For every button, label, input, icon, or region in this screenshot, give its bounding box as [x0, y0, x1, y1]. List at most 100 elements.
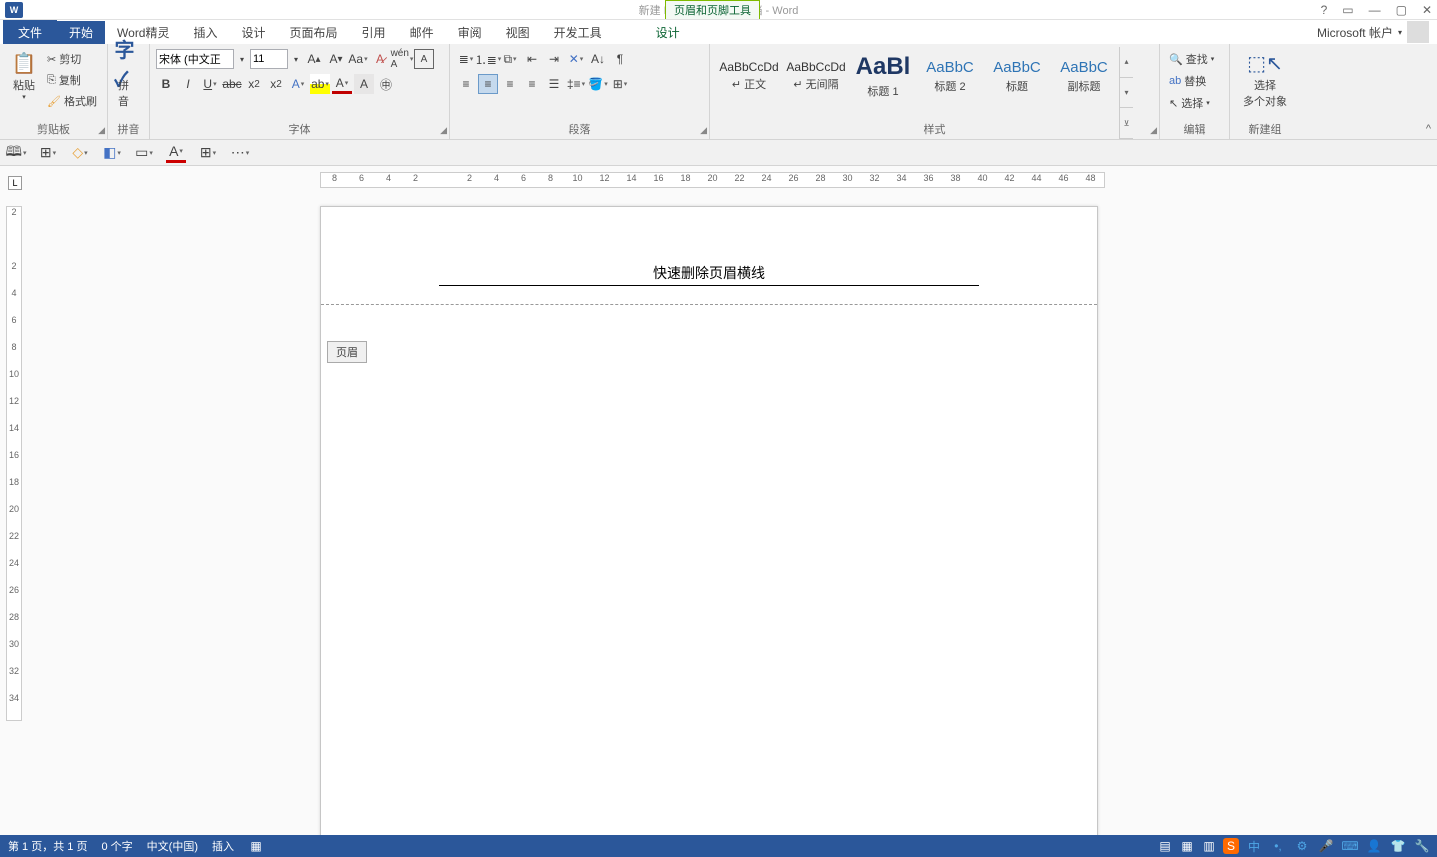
- tab-review[interactable]: 审阅: [446, 21, 494, 44]
- tray-punct-icon[interactable]: •,: [1269, 837, 1287, 855]
- bold-button[interactable]: B: [156, 74, 176, 94]
- style-item-2[interactable]: AaBl标题 1: [850, 49, 916, 103]
- tray-mic-icon[interactable]: 🎤: [1317, 837, 1335, 855]
- multilevel-button[interactable]: ⧉: [500, 49, 520, 69]
- select-button[interactable]: ↖选择▾: [1166, 93, 1223, 113]
- align-left-button[interactable]: ≡: [456, 74, 476, 94]
- tray-settings-icon[interactable]: ⚙: [1293, 837, 1311, 855]
- sort-button[interactable]: A↓: [588, 49, 608, 69]
- tab-design[interactable]: 设计: [230, 21, 278, 44]
- cut-button[interactable]: ✂剪切: [44, 49, 100, 69]
- styles-launcher[interactable]: ◢: [1150, 125, 1157, 136]
- subscript-button[interactable]: x2: [244, 74, 264, 94]
- pinyin-button[interactable]: 字✓ 拼音: [112, 47, 145, 111]
- tab-file[interactable]: 文件: [3, 20, 57, 45]
- font-name-input[interactable]: [156, 49, 234, 69]
- status-language[interactable]: 中文(中国): [147, 838, 198, 854]
- select-objects-button[interactable]: ⬚↖ 选择 多个对象: [1234, 47, 1296, 111]
- tray-keyboard-icon[interactable]: ⌨: [1341, 837, 1359, 855]
- tray-user-icon[interactable]: 👤: [1365, 837, 1383, 855]
- status-mode[interactable]: 插入: [212, 838, 234, 854]
- page[interactable]: 快速删除页眉横线 页眉: [320, 206, 1098, 835]
- qa-border-button[interactable]: ⊞: [198, 143, 218, 163]
- italic-button[interactable]: I: [178, 74, 198, 94]
- font-size-input[interactable]: [250, 49, 288, 69]
- underline-button[interactable]: U: [200, 74, 220, 94]
- font-launcher[interactable]: ◢: [440, 125, 447, 136]
- header-zone[interactable]: 快速删除页眉横线 页眉: [321, 207, 1097, 313]
- collapse-ribbon-button[interactable]: ^: [1426, 123, 1431, 135]
- macro-record-icon[interactable]: ▦: [248, 838, 264, 854]
- context-tool-tab[interactable]: 页眉和页脚工具: [665, 0, 760, 19]
- view-web-icon[interactable]: ▥: [1201, 838, 1217, 854]
- tray-skin-icon[interactable]: 👕: [1389, 837, 1407, 855]
- font-color-button[interactable]: A: [332, 74, 352, 94]
- tab-dev[interactable]: 开发工具: [542, 21, 614, 44]
- tray-ime-zh-icon[interactable]: 中: [1245, 837, 1263, 855]
- styles-scroll-down[interactable]: ▾: [1120, 78, 1133, 109]
- enclose-char-button[interactable]: ㊥: [376, 74, 396, 94]
- highlight-button[interactable]: ab: [310, 74, 330, 94]
- distribute-button[interactable]: ☰: [544, 74, 564, 94]
- vertical-ruler[interactable]: 2246810121416182022242628303234: [6, 206, 22, 721]
- tab-layout[interactable]: 页面布局: [278, 21, 350, 44]
- borders-button[interactable]: ⊞: [610, 74, 630, 94]
- copy-button[interactable]: ⎘复制: [44, 70, 100, 90]
- close-icon[interactable]: ✕: [1422, 3, 1432, 17]
- ribbon-options-icon[interactable]: ▭: [1342, 3, 1353, 17]
- phonetic-guide-button[interactable]: wénA: [392, 49, 412, 69]
- tab-mail[interactable]: 邮件: [398, 21, 446, 44]
- superscript-button[interactable]: x2: [266, 74, 286, 94]
- qa-btn-5[interactable]: ▭: [134, 143, 154, 163]
- style-item-5[interactable]: AaBbC副标题: [1051, 49, 1117, 103]
- tab-stop-selector[interactable]: L: [8, 176, 22, 190]
- find-button[interactable]: 🔍查找▾: [1166, 49, 1223, 69]
- horizontal-ruler[interactable]: 8642246810121416182022242628303234363840…: [320, 172, 1105, 188]
- tab-home[interactable]: 开始: [57, 21, 105, 44]
- shrink-font-button[interactable]: A▾: [326, 49, 346, 69]
- qa-fontcolor-button[interactable]: A: [166, 143, 186, 163]
- status-wordcount[interactable]: 0 个字: [101, 838, 132, 854]
- decrease-indent-button[interactable]: ⇤: [522, 49, 542, 69]
- qa-btn-8[interactable]: ⋯: [230, 143, 250, 163]
- account-label[interactable]: Microsoft 帐户: [1317, 24, 1393, 41]
- bullets-button[interactable]: ≣: [456, 49, 476, 69]
- shading-button[interactable]: 🪣: [588, 74, 608, 94]
- line-spacing-button[interactable]: ‡≡: [566, 74, 586, 94]
- tab-view[interactable]: 视图: [494, 21, 542, 44]
- text-effects-button[interactable]: A: [288, 74, 308, 94]
- ime-icon[interactable]: S: [1223, 838, 1239, 854]
- style-item-3[interactable]: AaBbC标题 2: [917, 49, 983, 103]
- align-center-button[interactable]: ≡: [478, 74, 498, 94]
- styles-scroll-up[interactable]: ▴: [1120, 47, 1133, 78]
- clear-format-button[interactable]: A̷: [370, 49, 390, 69]
- change-case-button[interactable]: Aa: [348, 49, 368, 69]
- replace-button[interactable]: ab替换: [1166, 71, 1223, 91]
- view-print-icon[interactable]: ▦: [1179, 838, 1195, 854]
- tab-context-design[interactable]: 设计: [644, 21, 692, 44]
- numbering-button[interactable]: ⒈≣: [478, 49, 498, 69]
- qa-table-button[interactable]: ⊞: [38, 143, 58, 163]
- header-text[interactable]: 快速删除页眉横线: [439, 263, 979, 283]
- tray-tool-icon[interactable]: 🔧: [1413, 837, 1431, 855]
- char-shading-button[interactable]: A: [354, 74, 374, 94]
- tab-references[interactable]: 引用: [350, 21, 398, 44]
- qa-btn-1[interactable]: 🕮: [6, 143, 26, 163]
- status-page[interactable]: 第 1 页，共 1 页: [8, 838, 87, 854]
- char-border-button[interactable]: A: [414, 49, 434, 69]
- help-icon[interactable]: ?: [1321, 3, 1328, 17]
- clipboard-launcher[interactable]: ◢: [98, 125, 105, 136]
- account-avatar-icon[interactable]: [1407, 21, 1429, 43]
- qa-btn-4[interactable]: ◧: [102, 143, 122, 163]
- style-item-1[interactable]: AaBbCcDd↵ 无间隔: [783, 49, 849, 103]
- maximize-icon[interactable]: ▢: [1396, 3, 1407, 17]
- increase-indent-button[interactable]: ⇥: [544, 49, 564, 69]
- align-right-button[interactable]: ≡: [500, 74, 520, 94]
- style-item-4[interactable]: AaBbC标题: [984, 49, 1050, 103]
- strikethrough-button[interactable]: abc: [222, 74, 242, 94]
- asian-layout-button[interactable]: ✕: [566, 49, 586, 69]
- minimize-icon[interactable]: —: [1369, 3, 1381, 17]
- qa-shape-button[interactable]: ◇: [70, 143, 90, 163]
- tab-insert[interactable]: 插入: [182, 21, 230, 44]
- justify-button[interactable]: ≡: [522, 74, 542, 94]
